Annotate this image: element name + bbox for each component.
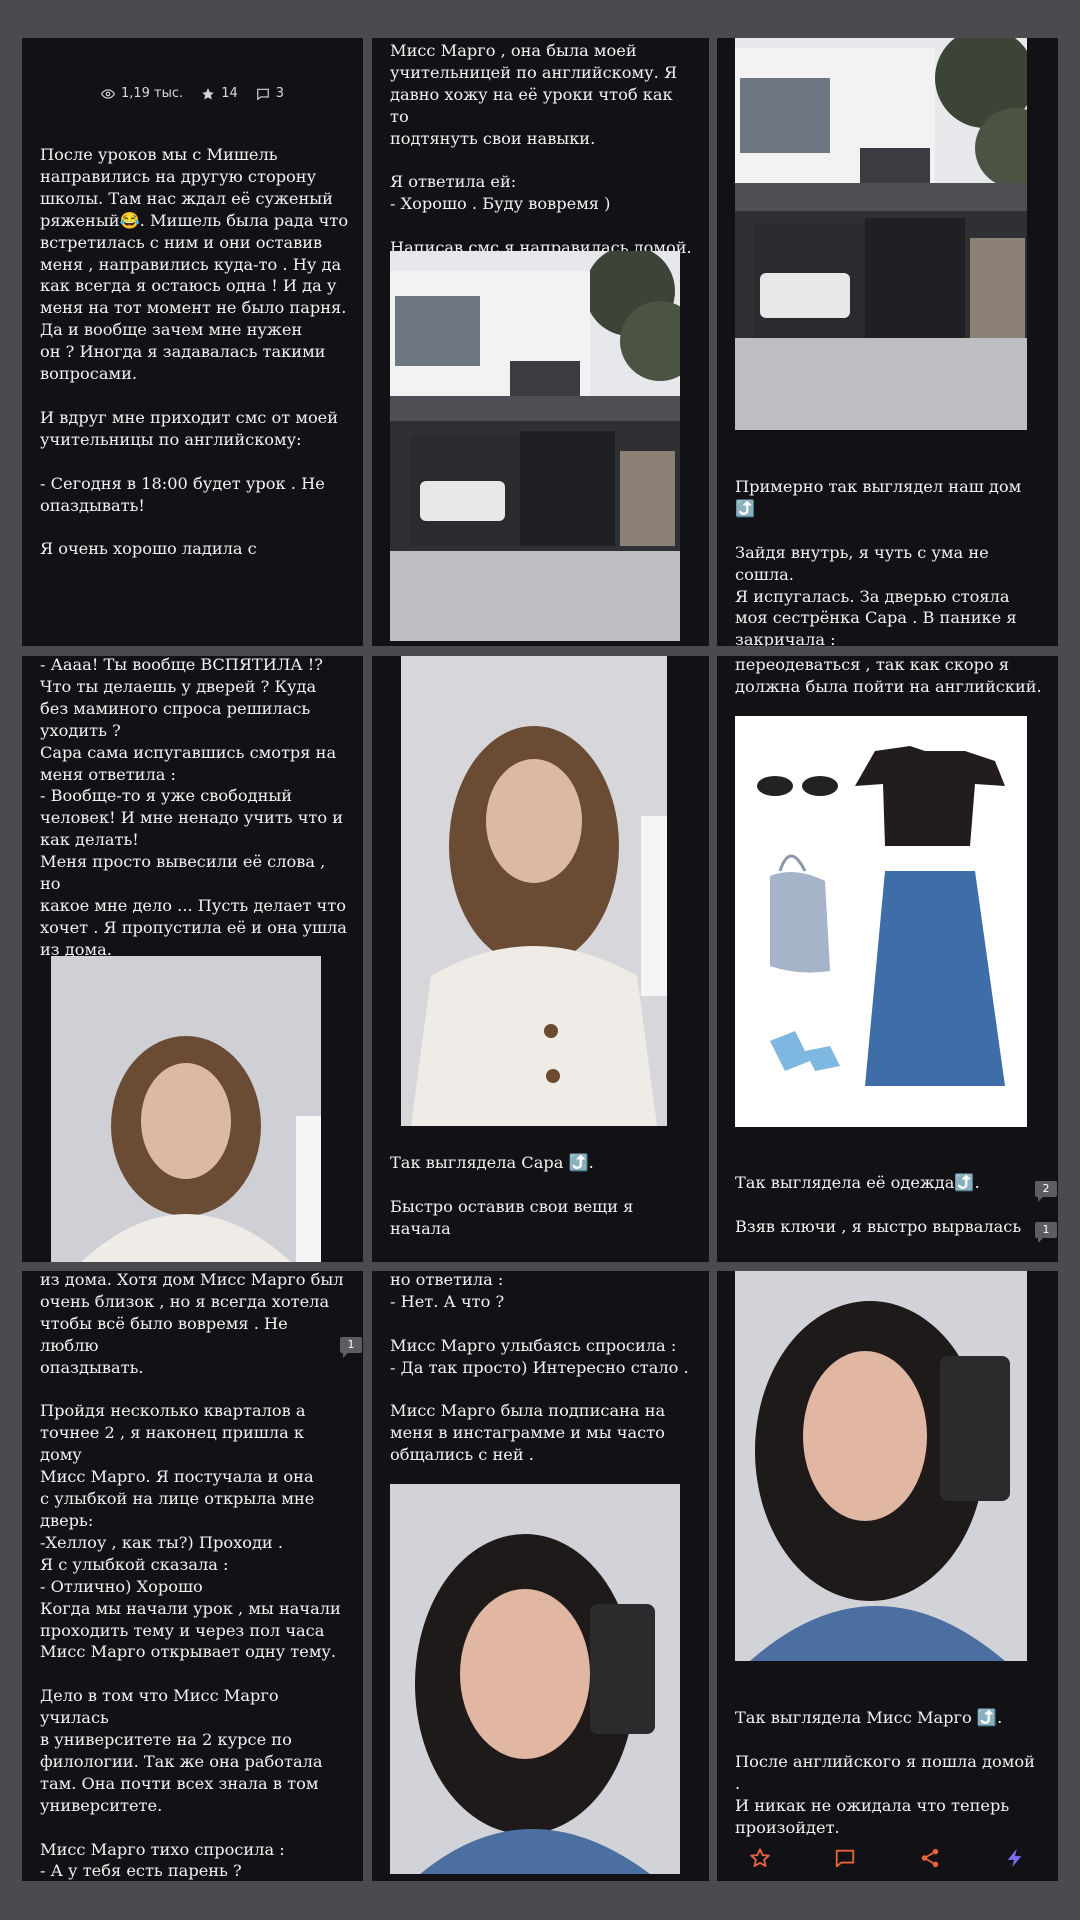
page-4: - Аааа! Ты вообще ВСПЯТИЛА !? Что ты дел… <box>22 656 363 1262</box>
outfit-photo <box>735 716 1027 1127</box>
star-icon[interactable] <box>749 1847 771 1869</box>
comments-count: 3 <box>275 86 285 101</box>
comment-icon[interactable] <box>834 1847 856 1869</box>
story-text-6b: Так выглядела её одежда⤴️. Взяв ключи , … <box>735 1173 1022 1236</box>
eye-icon <box>100 88 115 99</box>
page-6: переодеваться , так как скоро я должна б… <box>717 656 1058 1262</box>
story-text-4: - Аааа! Ты вообще ВСПЯТИЛА !? Что ты дел… <box>40 656 347 959</box>
comment-icon <box>256 88 269 100</box>
story-text-9: Так выглядела Мисс Марго ⤴️. После англи… <box>735 1708 1035 1837</box>
comments-stat: 3 <box>256 86 284 101</box>
page-7: из дома. Хотя дом Мисс Марго был очень б… <box>22 1271 363 1881</box>
house-photo <box>735 38 1027 430</box>
comment-count-badge[interactable]: 1 <box>340 1337 362 1358</box>
stars-count: 14 <box>221 86 238 101</box>
comment-count-badge[interactable]: 2 <box>1035 1181 1057 1202</box>
bottom-toolbar <box>717 1835 1058 1881</box>
page-9: Так выглядела Мисс Марго ⤴️. После англи… <box>717 1271 1058 1881</box>
story-stats: 1,19 тыс. 14 3 <box>22 86 363 101</box>
page-3: Примерно так выглядел наш дом ⤴️ Зайдя в… <box>717 38 1058 646</box>
story-text-2: Мисс Марго , она была моей учительницей … <box>390 41 692 258</box>
story-text-1: После уроков мы с Мишель направились на … <box>40 145 349 559</box>
margo-photo <box>735 1271 1027 1661</box>
story-text-8: но ответила : - Нет. А что ? Мисс Марго … <box>390 1271 689 1465</box>
lightning-icon[interactable] <box>1004 1847 1026 1869</box>
story-text-5: Так выглядела Сара ⤴️. Быстро оставив св… <box>390 1153 634 1238</box>
share-icon[interactable] <box>919 1847 941 1869</box>
page-5: Так выглядела Сара ⤴️. Быстро оставив св… <box>372 656 709 1262</box>
views-stat: 1,19 тыс. <box>100 86 184 101</box>
star-icon <box>202 87 215 100</box>
comment-count-badge[interactable]: 1 <box>1035 1222 1057 1243</box>
margo-photo <box>390 1484 680 1874</box>
page-2: Мисс Марго , она была моей учительницей … <box>372 38 709 646</box>
story-text-6a: переодеваться , так как скоро я должна б… <box>735 656 1042 696</box>
page-1: 1,19 тыс. 14 3 После уроков мы с Мишель … <box>22 38 363 646</box>
sara-photo <box>51 956 321 1262</box>
story-text-7: из дома. Хотя дом Мисс Марго был очень б… <box>40 1271 344 1881</box>
sara-photo <box>401 656 667 1126</box>
story-text-3: Примерно так выглядел наш дом ⤴️ Зайдя в… <box>735 477 1022 646</box>
views-count: 1,19 тыс. <box>120 86 184 101</box>
page-8: но ответила : - Нет. А что ? Мисс Марго … <box>372 1271 709 1881</box>
stars-stat: 14 <box>201 86 238 101</box>
house-photo <box>390 251 680 641</box>
